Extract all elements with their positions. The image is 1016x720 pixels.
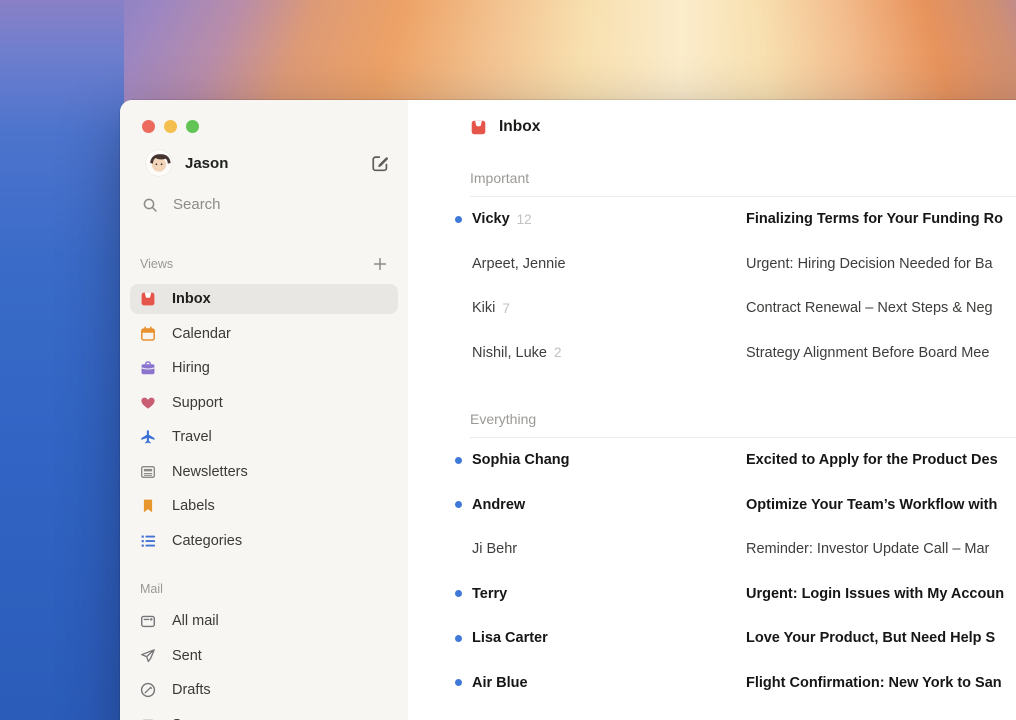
email-rows: Sophia Chang Excited to Apply for the Pr… — [408, 438, 1016, 720]
email-subject: Optimize Your Team’s Workflow with — [746, 483, 997, 528]
wallpaper-left-strip — [0, 0, 124, 720]
list-icon — [140, 533, 156, 549]
newspaper-icon — [140, 464, 156, 480]
sidebar-item-travel[interactable]: Travel — [130, 422, 398, 452]
mail-section-label: Mail — [140, 582, 390, 596]
sidebar-item-spam[interactable]: Spam — [130, 710, 398, 720]
sidebar-item-hiring[interactable]: Hiring — [130, 353, 398, 383]
email-thread-count: 2 — [554, 345, 562, 360]
send-icon — [140, 648, 156, 664]
sidebar-item-all-mail[interactable]: All mail — [130, 606, 398, 636]
views-section-header: Views — [140, 255, 390, 273]
group-label-everything: Everything — [408, 409, 1016, 429]
close-button[interactable] — [142, 120, 155, 133]
email-sender: Arpeet, Jennie — [472, 256, 566, 272]
draft-icon — [140, 682, 156, 698]
sidebar-item-drafts[interactable]: Drafts — [130, 675, 398, 705]
sidebar-item-inbox[interactable]: Inbox — [130, 284, 398, 314]
zoom-button[interactable] — [186, 120, 199, 133]
email-list-pane: Inbox Important Vicky 12 Finalizing Term… — [408, 100, 1016, 720]
email-row[interactable]: Terry Urgent: Login Issues with My Accou… — [408, 572, 1016, 617]
email-row[interactable]: Lisa Carter Love Your Product, But Need … — [408, 616, 1016, 661]
email-row[interactable]: Sophia Chang Excited to Apply for the Pr… — [408, 438, 1016, 483]
heart-icon — [140, 395, 156, 411]
email-row[interactable]: Vicky 12 Finalizing Terms for Your Fundi… — [408, 197, 1016, 242]
bookmark-icon — [140, 498, 156, 514]
email-thread-count: 7 — [502, 301, 510, 316]
email-subject: Urgent: Hiring Decision Needed for Ba — [746, 242, 993, 287]
unread-dot-icon — [455, 457, 462, 464]
unread-dot-icon — [455, 679, 462, 686]
plus-icon[interactable] — [370, 254, 390, 274]
compose-icon[interactable] — [370, 153, 390, 173]
airplane-icon — [140, 429, 156, 445]
email-row[interactable]: Ji Behr Reminder: Investor Update Call –… — [408, 527, 1016, 572]
desktop-wallpaper: Jason Search Views Inbox Calendar Hiring… — [0, 0, 1016, 720]
email-row[interactable]: Nishil, Luke 2 Strategy Alignment Before… — [408, 331, 1016, 376]
unread-dot-icon — [455, 635, 462, 642]
sidebar: Jason Search Views Inbox Calendar Hiring… — [120, 100, 408, 720]
email-subject: Flight Confirmation: New York to San — [746, 661, 1002, 706]
email-sender: Terry — [472, 586, 507, 602]
mail-app-window: Jason Search Views Inbox Calendar Hiring… — [120, 100, 1016, 720]
email-row[interactable]: Andrew Optimize Your Team’s Workflow wit… — [408, 483, 1016, 528]
inbox-icon — [470, 119, 487, 136]
unread-dot-icon — [455, 501, 462, 508]
search-icon — [142, 197, 158, 213]
page-title: Inbox — [499, 118, 540, 136]
all-mail-icon — [140, 613, 156, 629]
email-row[interactable]: Air Blue Flight Confirmation: New York t… — [408, 661, 1016, 706]
mail-section-header: Mail — [140, 582, 390, 596]
email-subject: Finalizing Terms for Your Funding Ro — [746, 197, 1003, 242]
email-thread-count: 12 — [517, 212, 532, 227]
email-subject: Urgent: Login Issues with My Accoun — [746, 572, 1004, 617]
email-sender: Nishil, Luke — [472, 345, 547, 361]
account-name: Jason — [185, 155, 370, 172]
views-section-label: Views — [140, 257, 370, 271]
email-subject: Strategy Alignment Before Board Mee — [746, 331, 989, 376]
email-sender: Air Blue — [472, 675, 528, 691]
minimize-button[interactable] — [164, 120, 177, 133]
briefcase-icon — [140, 360, 156, 376]
sidebar-item-categories[interactable]: Categories — [130, 526, 398, 556]
calendar-icon — [140, 326, 156, 342]
email-row[interactable]: Kiki 7 Contract Renewal – Next Steps & N… — [408, 286, 1016, 331]
email-sender: Lisa Carter — [472, 630, 548, 646]
email-groups: Important Vicky 12 Finalizing Terms for … — [408, 168, 1016, 720]
group-label-important: Important — [408, 168, 1016, 188]
sidebar-item-calendar[interactable]: Calendar — [130, 319, 398, 349]
sidebar-item-sent[interactable]: Sent — [130, 641, 398, 671]
email-sender: Kiki — [472, 300, 495, 316]
email-subject: Contract Renewal – Next Steps & Neg — [746, 286, 993, 331]
email-sender: Vicky — [472, 211, 510, 227]
inbox-header: Inbox — [408, 100, 1016, 154]
email-subject: Love Your Product, But Need Help S — [746, 616, 995, 661]
email-sender: Ji Behr — [472, 541, 517, 557]
sidebar-item-labels[interactable]: Labels — [130, 491, 398, 521]
avatar[interactable] — [146, 150, 172, 176]
search-input[interactable]: Search — [120, 196, 408, 213]
spam-icon — [140, 717, 156, 720]
account-row: Jason — [120, 150, 408, 176]
email-rows: Vicky 12 Finalizing Terms for Your Fundi… — [408, 197, 1016, 375]
unread-dot-icon — [455, 590, 462, 597]
sidebar-item-support[interactable]: Support — [130, 388, 398, 418]
email-subject: Reminder: Investor Update Call – Mar — [746, 527, 989, 572]
inbox-icon — [140, 291, 156, 307]
unread-dot-icon — [455, 216, 462, 223]
email-subject: The Future of His Company – This W — [746, 705, 985, 720]
email-sender: Sophia Chang — [472, 452, 569, 468]
email-row[interactable]: Arpeet, Jennie Urgent: Hiring Decision N… — [408, 242, 1016, 287]
sidebar-item-newsletters[interactable]: Newsletters — [130, 457, 398, 487]
email-subject: Excited to Apply for the Product Des — [746, 438, 998, 483]
email-sender: Andrew — [472, 497, 525, 513]
mail-item-list: All mail Sent Drafts Spam — [120, 606, 408, 720]
window-controls — [142, 120, 408, 133]
email-row[interactable]: Johnson, Michael The Future of His Compa… — [408, 705, 1016, 720]
views-item-list: Inbox Calendar Hiring Support Travel New… — [120, 284, 408, 560]
search-placeholder: Search — [173, 196, 221, 213]
